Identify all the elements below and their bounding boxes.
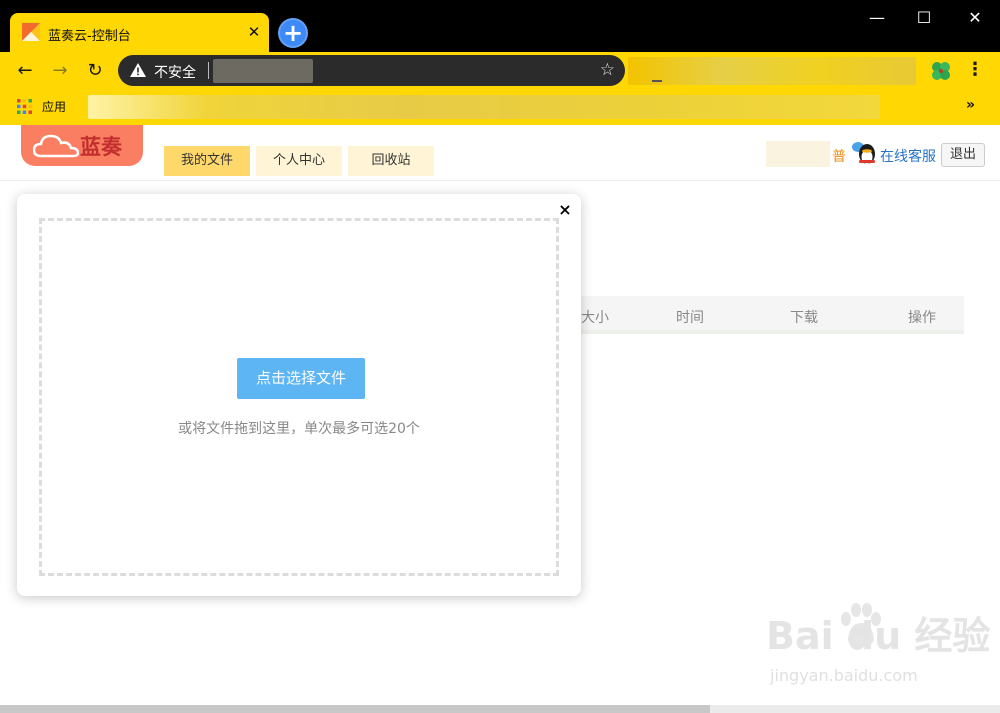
username-redacted xyxy=(766,141,830,167)
bookmarks-bar: 应用 » xyxy=(0,89,1000,125)
select-file-button[interactable]: 点击选择文件 xyxy=(237,358,365,399)
bookmarks-more-icon[interactable]: » xyxy=(966,97,975,113)
logo-text: 蓝奏 xyxy=(80,135,122,159)
column-time: 时间 xyxy=(676,310,704,326)
minimize-button[interactable]: — xyxy=(862,6,892,30)
tab-my-files[interactable]: 我的文件 xyxy=(164,146,250,176)
site-logo[interactable]: 蓝奏 xyxy=(21,125,143,166)
browser-toolbar: ← → ↻ 不安全 ☆ ⋮ xyxy=(0,52,1000,89)
logout-button[interactable]: 退出 xyxy=(941,143,985,167)
horizontal-scrollbar-thumb[interactable] xyxy=(0,705,710,713)
online-support-link[interactable]: 在线客服 xyxy=(880,146,936,166)
user-level-badge: 普 xyxy=(832,149,846,165)
forward-arrow-icon[interactable]: → xyxy=(48,59,72,83)
browser-tab[interactable]: 蓝奏云-控制台 ✕ xyxy=(10,13,269,52)
upload-dialog: × 点击选择文件 或将文件拖到这里，单次最多可选20个 xyxy=(17,194,581,596)
cloud-logo-icon xyxy=(33,134,79,158)
address-bar[interactable]: 不安全 ☆ xyxy=(118,55,625,86)
new-tab-button[interactable]: + xyxy=(278,18,308,48)
file-drop-zone[interactable]: 点击选择文件 或将文件拖到这里，单次最多可选20个 xyxy=(39,218,559,576)
site-favicon-icon xyxy=(22,23,40,41)
warning-icon xyxy=(130,63,146,77)
apps-label[interactable]: 应用 xyxy=(42,98,66,115)
watermark-text: Bai du 经验 xyxy=(766,614,991,658)
maximize-button[interactable]: ☐ xyxy=(909,6,939,30)
extensions-area-redacted[interactable] xyxy=(628,57,916,85)
file-table-header: 大小 时间 下载 操作 xyxy=(570,296,964,334)
page-content: 蓝奏 我的文件 个人中心 回收站 普 在线客服 退出 大小 时间 下载 操作 ×… xyxy=(0,125,1000,713)
browser-menu-icon[interactable]: ⋮ xyxy=(966,57,984,83)
tab-close-icon[interactable]: ✕ xyxy=(244,22,264,42)
reload-icon[interactable]: ↻ xyxy=(83,59,107,83)
bookmark-star-icon[interactable]: ☆ xyxy=(600,60,615,80)
bookmarks-redacted[interactable] xyxy=(88,95,880,119)
header-divider xyxy=(0,180,1000,181)
browser-titlebar: 蓝奏云-控制台 ✕ + — ☐ ✕ xyxy=(0,0,1000,52)
column-size: 大小 xyxy=(581,310,609,326)
dialog-close-icon[interactable]: × xyxy=(558,202,572,218)
qq-penguin-icon[interactable] xyxy=(852,141,878,165)
back-arrow-icon[interactable]: ← xyxy=(13,59,37,83)
clover-extension-icon[interactable] xyxy=(930,60,952,82)
url-text-redacted[interactable] xyxy=(213,59,313,83)
tab-title: 蓝奏云-控制台 xyxy=(48,29,131,44)
security-status[interactable]: 不安全 xyxy=(154,62,196,82)
watermark-url: jingyan.baidu.com xyxy=(770,666,918,685)
omnibox-separator xyxy=(208,62,209,79)
column-downloads: 下载 xyxy=(790,310,818,326)
drop-hint-text: 或将文件拖到这里，单次最多可选20个 xyxy=(178,421,420,437)
horizontal-scrollbar-track[interactable] xyxy=(710,705,1000,713)
tab-personal-center[interactable]: 个人中心 xyxy=(256,146,342,176)
extension-underline xyxy=(652,80,662,82)
apps-grid-icon[interactable] xyxy=(17,99,32,114)
window-close-button[interactable]: ✕ xyxy=(960,6,990,30)
column-actions: 操作 xyxy=(908,310,936,326)
tab-recycle-bin[interactable]: 回收站 xyxy=(348,146,434,176)
